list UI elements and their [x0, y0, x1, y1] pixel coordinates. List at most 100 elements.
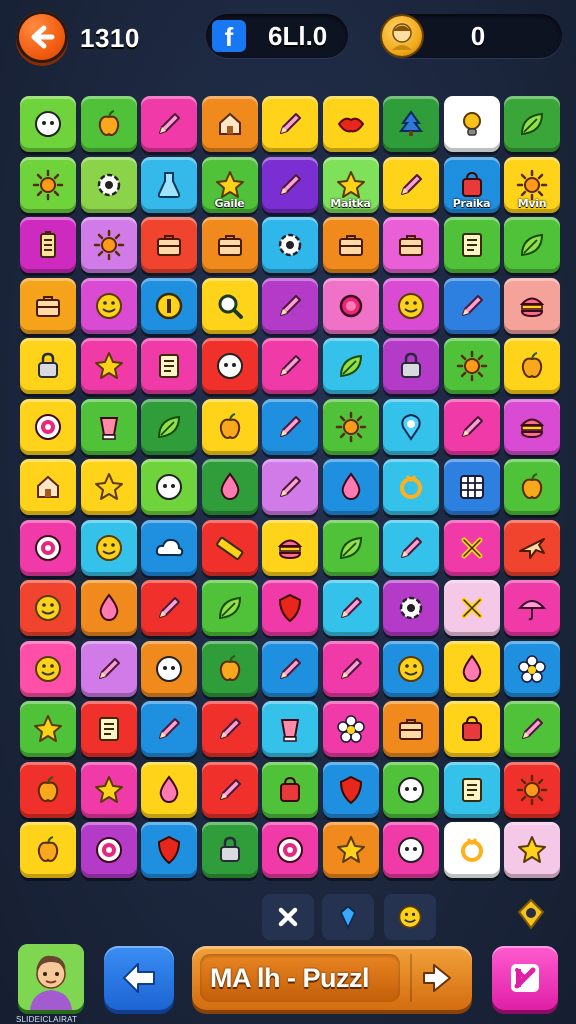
game-tile[interactable] [262, 701, 318, 757]
game-tile[interactable] [201, 580, 258, 636]
game-tile[interactable] [20, 701, 76, 757]
game-tile[interactable] [504, 277, 560, 334]
coin-counter[interactable]: 0 [380, 14, 562, 58]
game-tile[interactable] [201, 96, 258, 152]
game-tile[interactable] [141, 338, 197, 394]
game-tile[interactable] [80, 156, 137, 213]
game-tile[interactable] [383, 156, 439, 213]
game-tile[interactable] [443, 277, 500, 334]
game-tile[interactable] [322, 459, 379, 515]
social-counter[interactable]: f 6Ll.0 [206, 14, 348, 58]
game-tile[interactable] [504, 338, 560, 394]
game-tile[interactable] [443, 96, 500, 152]
game-tile[interactable] [262, 217, 318, 273]
game-tile[interactable] [504, 519, 560, 576]
game-tile[interactable] [443, 701, 500, 757]
game-tile[interactable] [443, 822, 500, 878]
game-tile[interactable] [20, 459, 76, 515]
game-tile[interactable] [20, 640, 76, 697]
hint-button[interactable] [492, 946, 558, 1010]
game-tile[interactable] [322, 580, 379, 636]
back-button[interactable] [16, 11, 68, 63]
game-tile[interactable]: Gaile [201, 156, 258, 213]
game-tile[interactable] [141, 156, 197, 213]
game-tile[interactable] [141, 277, 197, 334]
game-tile[interactable] [322, 338, 379, 394]
game-tile[interactable] [141, 96, 197, 152]
game-tile[interactable] [80, 761, 137, 818]
game-tile[interactable] [201, 217, 258, 273]
game-tile[interactable] [80, 277, 137, 334]
game-tile[interactable] [504, 701, 560, 757]
game-tile[interactable] [141, 761, 197, 818]
game-tile[interactable] [141, 398, 197, 455]
game-tile[interactable] [80, 217, 137, 273]
game-tile[interactable] [20, 277, 76, 334]
game-tile[interactable] [383, 761, 439, 818]
game-tile[interactable] [383, 701, 439, 757]
game-tile[interactable] [262, 580, 318, 636]
character-avatar-button[interactable] [18, 944, 84, 1010]
game-tile[interactable] [383, 217, 439, 273]
game-tile[interactable] [80, 398, 137, 455]
game-tile[interactable]: Praika [443, 156, 500, 213]
tray-slot[interactable] [262, 894, 314, 940]
game-tile[interactable] [201, 398, 258, 455]
game-tile[interactable] [383, 338, 439, 394]
tray-slot[interactable] [322, 894, 374, 940]
game-tile[interactable] [80, 701, 137, 757]
game-tile[interactable] [383, 519, 439, 576]
game-tile[interactable] [443, 761, 500, 818]
game-tile[interactable] [322, 277, 379, 334]
game-tile[interactable] [80, 822, 137, 878]
game-tile[interactable] [201, 701, 258, 757]
game-tile[interactable] [20, 761, 76, 818]
game-tile[interactable] [322, 761, 379, 818]
game-tile[interactable]: Maitka [322, 156, 379, 213]
game-tile[interactable] [141, 519, 197, 576]
game-tile[interactable] [383, 822, 439, 878]
game-tile[interactable] [443, 338, 500, 394]
game-tile[interactable] [20, 156, 76, 213]
game-tile[interactable] [201, 277, 258, 334]
game-tile[interactable] [141, 822, 197, 878]
game-tile[interactable] [20, 519, 76, 576]
game-tile[interactable] [322, 701, 379, 757]
game-tile[interactable] [322, 96, 379, 152]
game-tile[interactable] [201, 519, 258, 576]
game-tile[interactable] [443, 398, 500, 455]
game-tile[interactable] [443, 459, 500, 515]
game-tile[interactable] [20, 822, 76, 878]
game-tile[interactable] [383, 96, 439, 152]
game-tile[interactable] [201, 640, 258, 697]
game-tile[interactable] [383, 580, 439, 636]
game-tile[interactable] [504, 217, 560, 273]
game-tile[interactable] [443, 217, 500, 273]
game-tile[interactable] [141, 217, 197, 273]
game-tile[interactable] [443, 580, 500, 636]
game-tile[interactable] [383, 459, 439, 515]
game-tile[interactable] [80, 519, 137, 576]
game-tile[interactable] [80, 640, 137, 697]
game-tile[interactable] [443, 519, 500, 576]
game-tile[interactable] [504, 398, 560, 455]
game-tile[interactable] [141, 640, 197, 697]
game-tile[interactable] [383, 640, 439, 697]
game-tile[interactable] [80, 96, 137, 152]
game-tile[interactable] [322, 398, 379, 455]
game-tile[interactable] [383, 277, 439, 334]
game-tile[interactable] [504, 96, 560, 152]
game-tile[interactable] [262, 822, 318, 878]
game-tile[interactable] [20, 217, 76, 273]
game-tile[interactable] [322, 217, 379, 273]
game-tile[interactable] [322, 822, 379, 878]
game-tile[interactable] [262, 398, 318, 455]
game-tile[interactable] [20, 580, 76, 636]
game-tile[interactable] [201, 761, 258, 818]
game-tile[interactable] [141, 459, 197, 515]
game-tile[interactable] [262, 459, 318, 515]
game-tile[interactable] [262, 338, 318, 394]
game-tile[interactable] [20, 398, 76, 455]
game-tile[interactable] [80, 338, 137, 394]
undo-button[interactable] [104, 946, 174, 1010]
